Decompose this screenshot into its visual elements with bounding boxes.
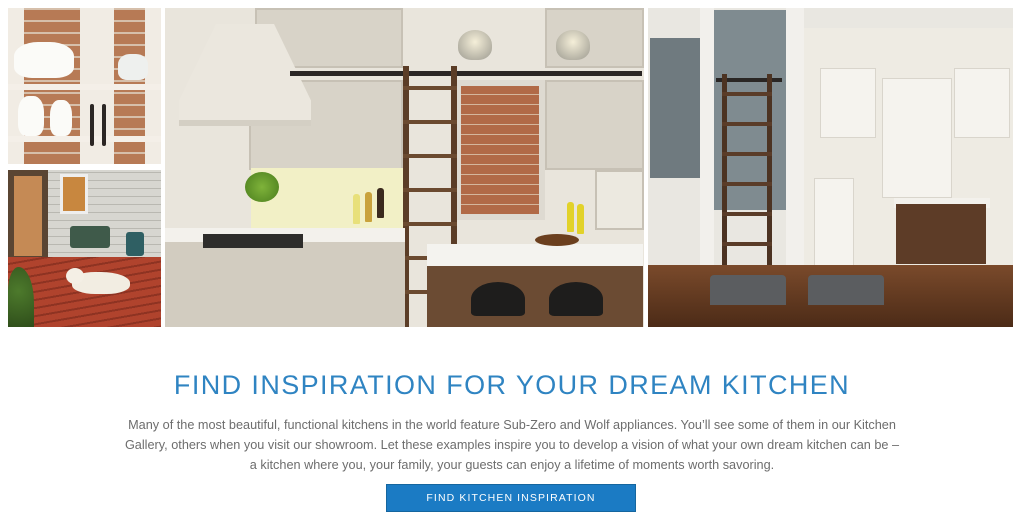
lower-cabinets: [165, 242, 405, 327]
pitcher: [50, 100, 72, 136]
herb-plant: [245, 172, 279, 202]
oil-bottle: [577, 204, 584, 234]
cabinet-shelf: [8, 84, 161, 90]
section-description: Many of the most beautiful, functional k…: [124, 418, 900, 472]
door-frame: [700, 8, 714, 278]
dining-chair: [808, 275, 884, 305]
door: [8, 170, 48, 270]
porch-dog-photo: [8, 170, 161, 327]
main-kitchen-photo: [165, 8, 644, 327]
fruit-bowl: [535, 234, 579, 246]
glass-cabinet: [882, 78, 952, 198]
upper-cabinet: [820, 68, 876, 138]
bar-stool: [549, 282, 603, 316]
glass-cabinet-photo: [8, 8, 161, 164]
dog-head: [66, 268, 84, 284]
lower-cabinet: [814, 178, 854, 268]
pendant-light: [556, 30, 590, 60]
pendant-light: [458, 30, 492, 60]
cabinet-handle: [102, 104, 106, 146]
kitchen-island: [896, 204, 986, 264]
library-ladder: [722, 74, 772, 279]
ladder-rail: [290, 71, 642, 76]
upper-cabinet: [954, 68, 1010, 138]
glass-cabinet: [455, 80, 545, 220]
door-frame: [786, 8, 804, 278]
wall-cabinet: [595, 170, 644, 230]
cabinet-shelf: [8, 136, 161, 142]
bench: [70, 226, 110, 248]
island-countertop: [427, 244, 643, 266]
section-headline: FIND INSPIRATION FOR YOUR DREAM KITCHEN: [173, 370, 851, 400]
tureen: [14, 42, 74, 78]
window: [60, 174, 88, 214]
cabinet-handle: [90, 104, 94, 146]
upper-cabinet: [545, 80, 644, 170]
gray-wall: [650, 38, 700, 178]
gray-wall-kitchen-photo: [648, 8, 1013, 327]
find-kitchen-inspiration-button[interactable]: FIND KITCHEN INSPIRATION: [386, 484, 636, 512]
chair: [126, 232, 144, 256]
bar-stool: [471, 282, 525, 316]
oil-bottle: [353, 194, 360, 224]
glass-jars: [118, 54, 148, 80]
photo-gallery: [0, 0, 1024, 335]
oil-bottle: [567, 202, 574, 232]
pitcher: [18, 96, 44, 136]
oil-bottle: [365, 192, 372, 222]
wine-bottle: [377, 188, 384, 218]
cooktop: [203, 234, 303, 248]
dining-chair: [710, 275, 786, 305]
